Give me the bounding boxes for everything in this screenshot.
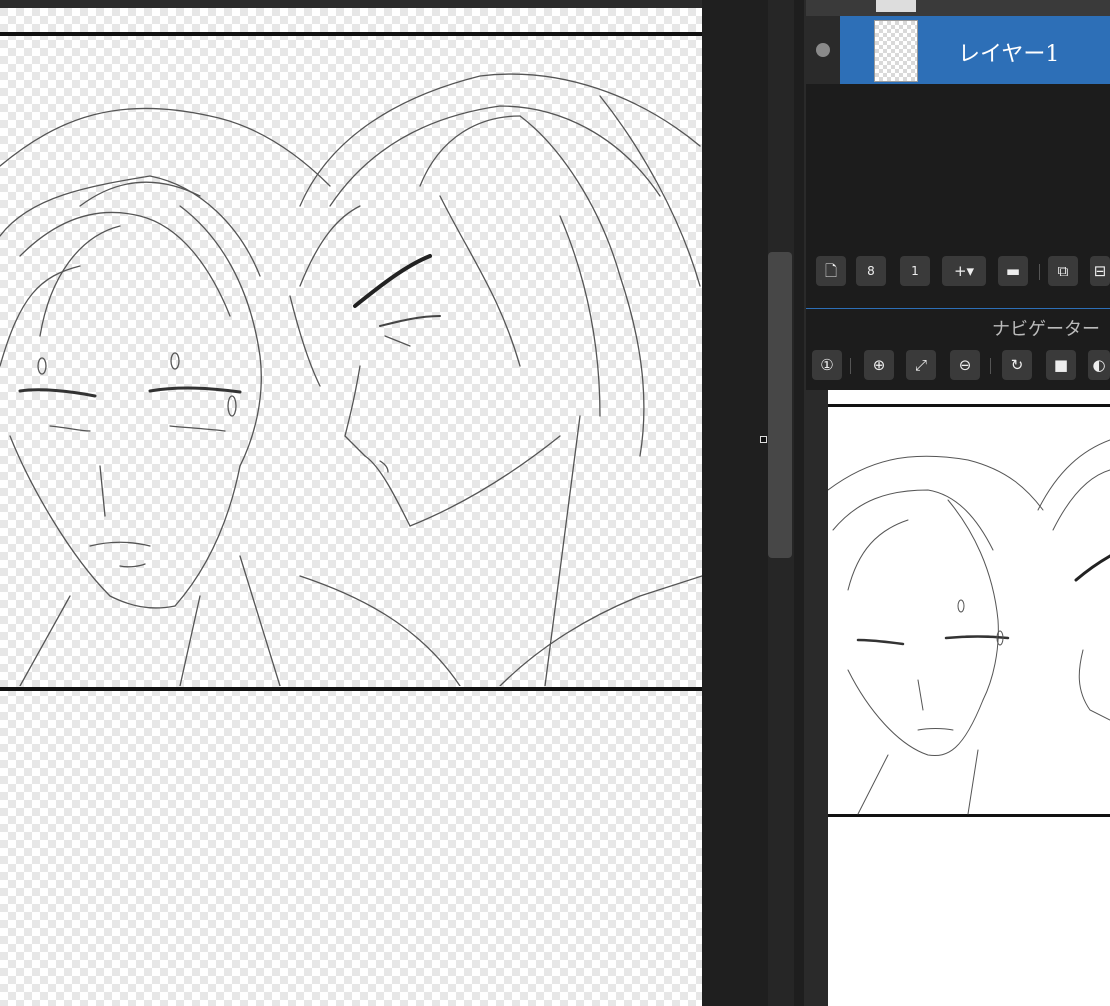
navigator-left-strip xyxy=(806,390,828,1006)
line-art-sketch xyxy=(0,73,702,686)
new-8bit-layer-icon[interactable]: 8 xyxy=(856,256,886,286)
toolbar-separator xyxy=(1039,264,1040,280)
new-layer-icon[interactable]: 🗋 xyxy=(816,256,846,286)
navigator-title: ナビゲーター xyxy=(992,319,1100,340)
layer-thumbnail xyxy=(876,0,916,12)
visibility-cell[interactable] xyxy=(806,16,840,84)
canvas-gutter xyxy=(702,0,768,1006)
add-layer-dropdown-icon[interactable]: +▾ xyxy=(942,256,986,286)
canvas-top-edge xyxy=(0,0,702,8)
toolbar-separator xyxy=(850,358,851,374)
reset-rotation-icon[interactable]: ◐ xyxy=(1088,350,1110,380)
navigator-preview[interactable] xyxy=(828,390,1110,1006)
vertical-scrollbar-thumb[interactable] xyxy=(768,252,792,558)
comic-panel-bottom-border xyxy=(0,687,702,691)
navigator-toolbar: ① ⊕ ⤢ ⊖ ↻ ■ ◐ xyxy=(806,344,1110,388)
rotate-icon[interactable]: ↻ xyxy=(1002,350,1032,380)
new-1bit-layer-icon[interactable]: 1 xyxy=(900,256,930,286)
folder-icon[interactable]: ▬ xyxy=(998,256,1028,286)
zoom-out-icon[interactable]: ⊖ xyxy=(950,350,980,380)
navigator-header: ナビゲーター xyxy=(806,308,1110,345)
resize-handle[interactable] xyxy=(760,436,767,443)
navigator-thumbnail-sketch xyxy=(828,404,1110,817)
layer-row-active[interactable]: レイヤー1 xyxy=(806,16,1110,84)
fullscreen-icon[interactable]: ■ xyxy=(1046,350,1076,380)
layer-name: レイヤー1 xyxy=(958,42,1060,67)
toolbar-separator xyxy=(990,358,991,374)
layer-row-partial[interactable] xyxy=(806,0,1110,16)
fit-to-window-icon[interactable]: ⤢ xyxy=(906,350,936,380)
layer-thumbnail xyxy=(874,20,918,82)
duplicate-layer-icon[interactable]: ⧉ xyxy=(1048,256,1078,286)
layer-toolbar: 🗋 8 1 +▾ ▬ ⧉ ⊟ xyxy=(806,250,1110,294)
merge-layer-icon[interactable]: ⊟ xyxy=(1090,256,1110,286)
actual-size-icon[interactable]: ① xyxy=(812,350,842,380)
visibility-eye-icon[interactable] xyxy=(816,43,830,57)
canvas[interactable] xyxy=(0,0,702,1006)
zoom-in-icon[interactable]: ⊕ xyxy=(864,350,894,380)
